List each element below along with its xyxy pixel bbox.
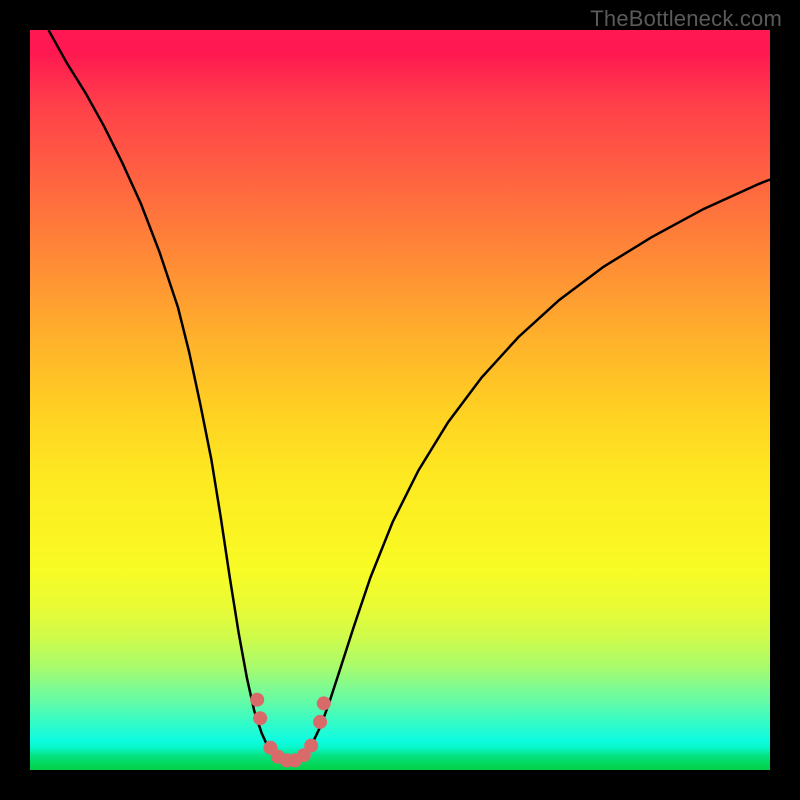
valley-marker bbox=[253, 711, 267, 725]
valley-markers bbox=[250, 693, 331, 768]
markers-layer bbox=[30, 30, 770, 770]
figure-container: TheBottleneck.com bbox=[0, 0, 800, 800]
valley-marker bbox=[304, 739, 318, 753]
valley-marker bbox=[250, 693, 264, 707]
watermark-text: TheBottleneck.com bbox=[590, 6, 782, 32]
plot-area bbox=[30, 30, 770, 770]
valley-marker bbox=[313, 715, 327, 729]
valley-marker bbox=[317, 696, 331, 710]
